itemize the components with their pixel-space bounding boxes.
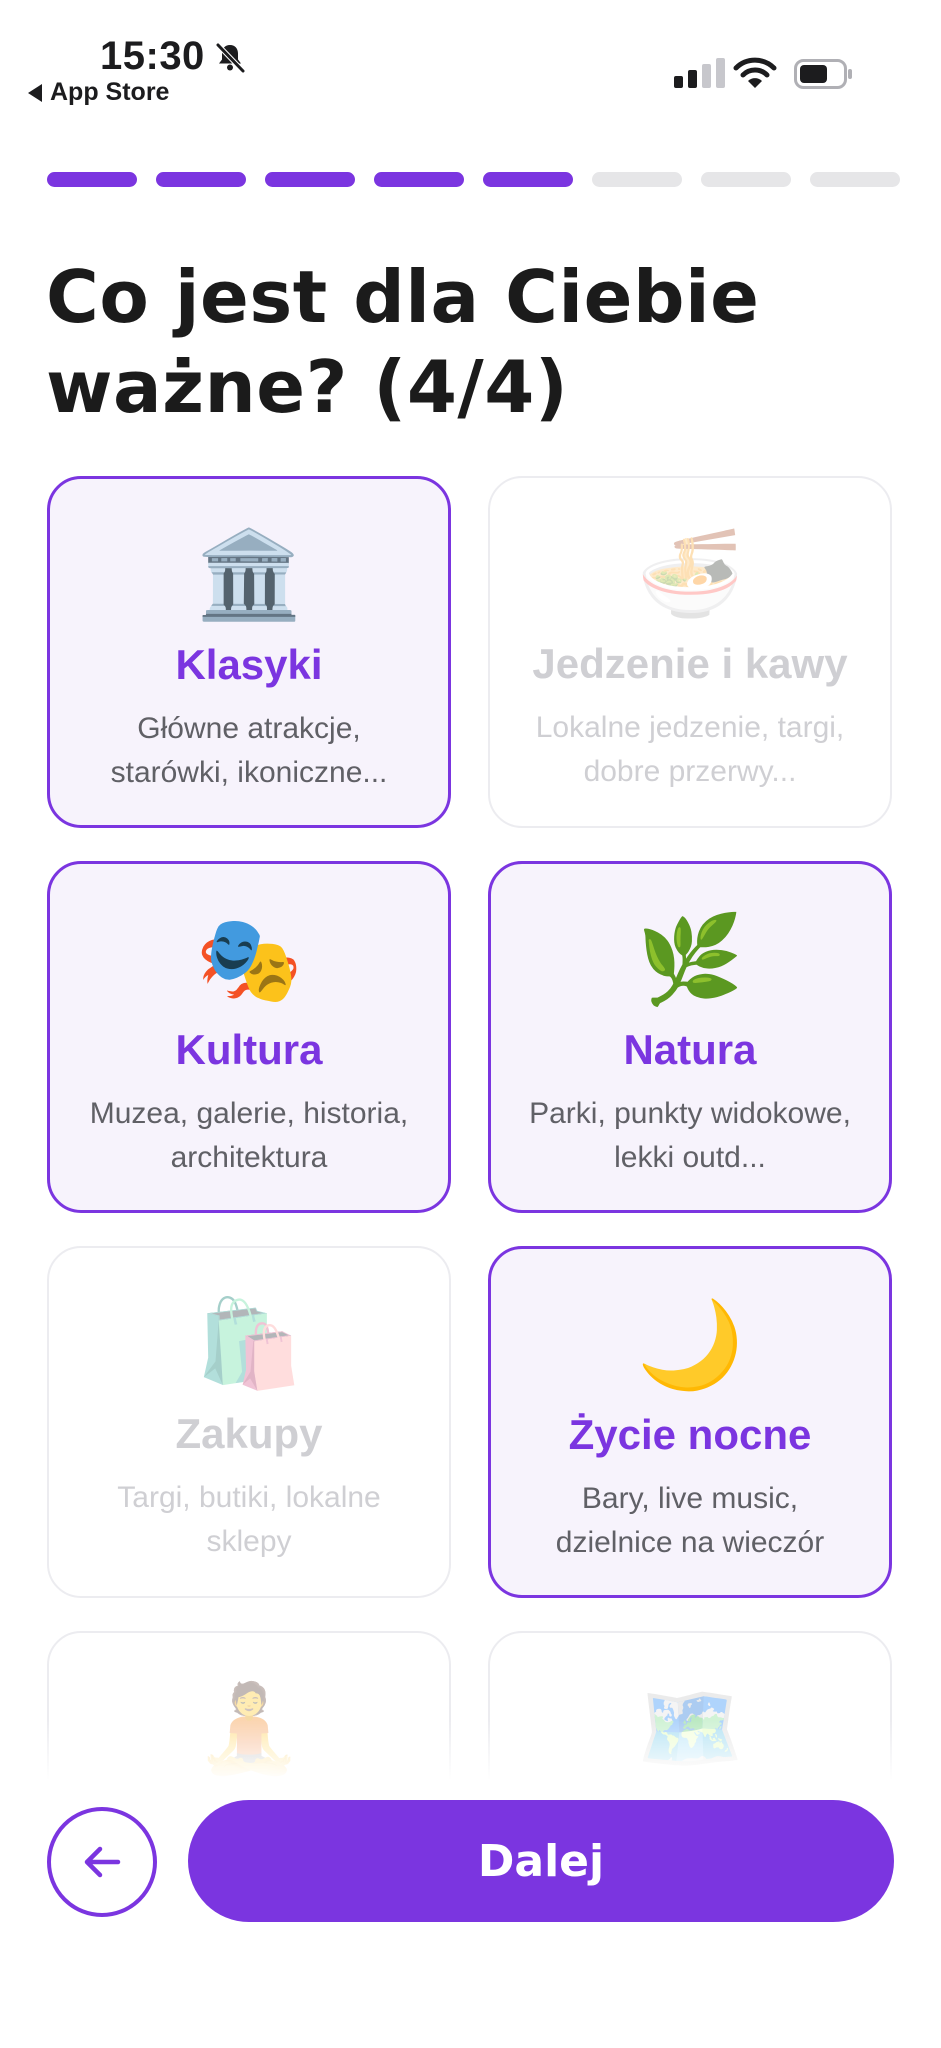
progress-step xyxy=(374,172,464,187)
option-card-zycie-nocne[interactable]: 🌙 Życie nocne Bary, live music, dzielnic… xyxy=(488,1246,892,1598)
herb-icon: 🌿 xyxy=(636,912,744,1008)
back-to-app-store[interactable]: App Store xyxy=(28,78,169,107)
option-title: Zakupy xyxy=(175,1410,323,1457)
option-card-jedzenie[interactable]: 🍜 Jedzenie i kawy Lokalne jedzenie, targ… xyxy=(488,476,892,828)
theater-masks-icon: 🎭 xyxy=(195,912,303,1008)
battery-icon xyxy=(794,59,852,89)
status-time: 15:30 xyxy=(100,34,205,78)
next-button[interactable]: Dalej xyxy=(188,1800,894,1922)
option-title: Życie nocne xyxy=(568,1411,812,1458)
scroll-fade xyxy=(0,1720,941,1780)
classical-building-icon: 🏛️ xyxy=(195,527,303,623)
bell-slash-icon xyxy=(216,43,245,73)
back-app-label: App Store xyxy=(50,78,170,106)
onboarding-progress xyxy=(47,172,900,187)
option-title: Klasyki xyxy=(175,641,323,688)
option-title: Natura xyxy=(623,1026,757,1073)
shopping-bags-icon: 🛍️ xyxy=(195,1296,303,1392)
option-title: Jedzenie i kawy xyxy=(532,640,848,687)
interests-grid: 🏛️ Klasyki Główne atrakcje, starówki, ik… xyxy=(47,476,895,1780)
option-card-natura[interactable]: 🌿 Natura Parki, punkty widokowe, lekki o… xyxy=(488,861,892,1213)
option-card-kultura[interactable]: 🎭 Kultura Muzea, galerie, historia, arch… xyxy=(47,861,451,1213)
status-bar: 15:30 App Store xyxy=(0,0,941,120)
progress-step xyxy=(47,172,137,187)
progress-step xyxy=(701,172,791,187)
crescent-moon-icon: 🌙 xyxy=(636,1297,744,1393)
arrow-left-icon xyxy=(84,1846,121,1878)
progress-step xyxy=(592,172,682,187)
option-description: Lokalne jedzenie, targi, dobre przerwy..… xyxy=(535,711,845,788)
progress-step xyxy=(265,172,355,187)
cellular-signal-icon xyxy=(674,58,725,88)
back-triangle-icon xyxy=(28,83,42,102)
progress-step xyxy=(483,172,573,187)
option-card-klasyki[interactable]: 🏛️ Klasyki Główne atrakcje, starówki, ik… xyxy=(47,476,451,828)
progress-step xyxy=(156,172,246,187)
page-title: Co jest dla Ciebie ważne? (4/4) xyxy=(46,255,760,429)
option-card-zakupy[interactable]: 🛍️ Zakupy Targi, butiki, lokalne sklepy xyxy=(47,1246,451,1598)
back-button[interactable] xyxy=(47,1807,157,1917)
option-description: Muzea, galerie, historia, architektura xyxy=(89,1097,409,1174)
option-description: Parki, punkty widokowe, lekki outd... xyxy=(529,1097,851,1174)
noodle-bowl-icon: 🍜 xyxy=(636,526,744,622)
option-description: Główne atrakcje, starówki, ikoniczne... xyxy=(110,712,388,789)
option-description: Targi, butiki, lokalne sklepy xyxy=(117,1481,381,1558)
wifi-icon xyxy=(733,57,777,88)
progress-step xyxy=(810,172,900,187)
option-title: Kultura xyxy=(175,1026,323,1073)
bottom-bar: Dalej xyxy=(0,1780,941,2048)
option-description: Bary, live music, dzielnice na wieczór xyxy=(555,1482,825,1559)
